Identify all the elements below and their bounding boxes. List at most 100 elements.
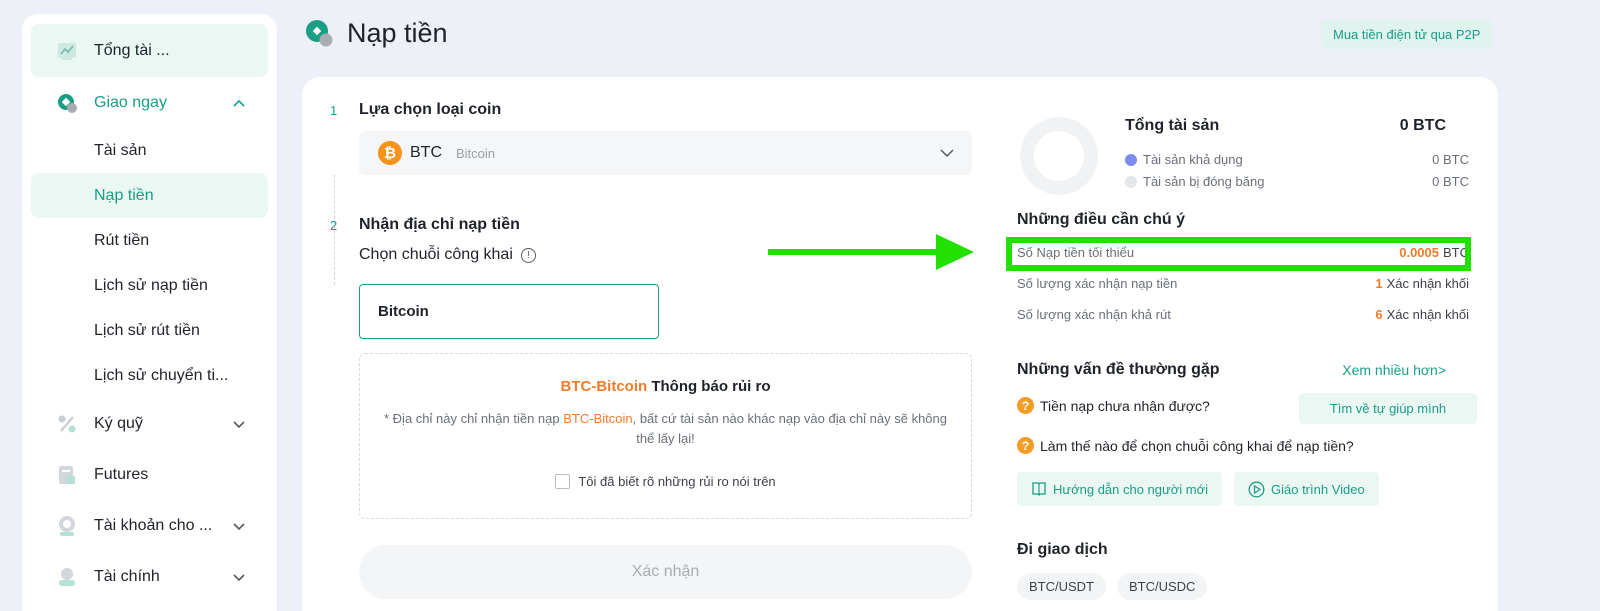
- risk-acknowledge[interactable]: Tôi đã biết rõ những rủi ro nói trên: [360, 474, 971, 489]
- chevron-down-icon: [233, 573, 245, 581]
- finance-icon: [59, 567, 75, 586]
- deposit-confirmations-value: 1 Xác nhận khối: [1375, 276, 1469, 291]
- sidebar-item-label: Futures: [94, 465, 149, 483]
- chevron-up-icon: [233, 99, 245, 107]
- beginner-guide-button[interactable]: Hướng dẫn cho người mới: [1017, 472, 1222, 506]
- sidebar-item-futures[interactable]: Futures: [31, 449, 268, 500]
- bitcoin-logo-icon: ₿: [378, 141, 402, 165]
- sidebar-item-overview[interactable]: Tổng tài ...: [31, 24, 268, 77]
- sidebar-item-label: Ký quỹ: [94, 414, 143, 432]
- risk-desc-suffix: , bất cứ tài sản nào khác nạp vào địa ch…: [632, 411, 947, 446]
- sidebar-subitem-withdraw[interactable]: Rút tiền: [31, 218, 268, 263]
- step-title: Lựa chọn loại coin: [359, 101, 502, 118]
- beginner-guide-label: Hướng dẫn cho người mới: [1053, 481, 1208, 497]
- faq-title: Những vấn đề thường gặp: [1017, 361, 1220, 378]
- faq-question: Tiền nạp chưa nhận được?: [1040, 397, 1210, 414]
- sidebar-item-label: Tài khoản cho ...: [94, 516, 213, 534]
- coin-name: Bitcoin: [456, 145, 496, 161]
- p2p-button[interactable]: Mua tiền điện tử qua P2P: [1321, 20, 1493, 49]
- chevron-down-icon: [940, 149, 954, 158]
- withdraw-confirmations-row: Số lượng xác nhận khả rút 6 Xác nhận khối: [1017, 307, 1469, 322]
- risk-desc-prefix: * Địa chỉ này chỉ nhận tiền nạp: [384, 411, 564, 426]
- user-icon: [59, 515, 75, 536]
- confirm-button[interactable]: Xác nhận: [359, 545, 972, 599]
- total-assets-title: Tổng tài sản: [1125, 117, 1220, 134]
- available-dot: [1125, 153, 1137, 166]
- notes-title: Những điều cần chú ý: [1017, 211, 1186, 228]
- chain-option[interactable]: Bitcoin: [359, 284, 659, 339]
- sidebar-item-label: Giao ngay: [94, 93, 167, 111]
- withdraw-confirmations-count: 6: [1375, 307, 1383, 322]
- self-help-button[interactable]: Tìm về tự giúp mình: [1299, 393, 1477, 424]
- chain-label-text: Chọn chuỗi công khai: [359, 246, 513, 263]
- available-label: Tài sản khả dụng: [1143, 152, 1243, 167]
- withdraw-confirmations-value: 6 Xác nhận khối: [1375, 307, 1469, 322]
- deposit-confirmations-label: Số lượng xác nhận nạp tiền: [1017, 276, 1178, 291]
- coin-symbol: BTC: [410, 144, 442, 161]
- chevron-down-icon: [233, 522, 245, 530]
- sidebar-item-sub-account[interactable]: Tài khoản cho ...: [31, 500, 268, 551]
- risk-description: * Địa chỉ này chỉ nhận tiền nạp BTC-Bitc…: [381, 409, 951, 449]
- deposit-confirmations-row: Số lượng xác nhận nạp tiền 1 Xác nhận khố…: [1017, 276, 1469, 291]
- question-icon: ?: [1017, 397, 1034, 414]
- step-number: 2: [330, 218, 338, 233]
- step-number: 1: [330, 103, 338, 118]
- sidebar-item-margin[interactable]: Ký quỹ: [31, 398, 268, 449]
- sidebar-item-spot[interactable]: Giao ngay: [31, 77, 268, 128]
- document-icon: [59, 465, 75, 484]
- available-assets-row: Tài sản khả dụng 0 BTC: [1125, 152, 1469, 167]
- deposit-icon: [306, 19, 333, 46]
- sidebar-subitem-deposit[interactable]: Nạp tiền: [31, 173, 268, 218]
- sidebar: Tổng tài ... Giao ngay Tài sản Nạp tiền …: [22, 14, 277, 611]
- risk-notice: BTC-Bitcoin Thông báo rủi ro * Địa chỉ n…: [359, 353, 972, 519]
- page-title: Nạp tiền: [347, 18, 448, 48]
- page-header: Nạp tiền: [305, 18, 448, 49]
- frozen-dot: [1125, 175, 1137, 188]
- video-tutorial-button[interactable]: Giáo trình Video: [1234, 472, 1379, 506]
- asset-donut-chart: [1020, 117, 1098, 195]
- spot-icon: [58, 93, 77, 113]
- sidebar-subitem-withdraw-history[interactable]: Lịch sử rút tiền: [31, 308, 268, 353]
- faq-question: Làm thế nào để chọn chuỗi công khai để n…: [1040, 437, 1354, 454]
- risk-checkbox-label: Tôi đã biết rõ những rủi ro nói trên: [578, 474, 776, 489]
- faq-item-choose-chain[interactable]: ? Làm thế nào để chọn chuỗi công khai để…: [1017, 437, 1354, 454]
- chevron-down-icon: [233, 420, 245, 428]
- sidebar-item-label: Tài chính: [94, 567, 160, 585]
- book-icon: [1032, 482, 1046, 496]
- frozen-assets-row: Tài sản bị đóng băng 0 BTC: [1125, 174, 1469, 189]
- total-assets-value: 0 BTC: [1399, 117, 1446, 134]
- info-icon[interactable]: !: [520, 247, 536, 263]
- sidebar-item-finance[interactable]: Tài chính: [31, 551, 268, 602]
- risk-coin: BTC-Bitcoin: [560, 378, 648, 395]
- video-tutorial-label: Giáo trình Video: [1271, 481, 1365, 497]
- risk-title: BTC-Bitcoin Thông báo rủi ro: [360, 378, 971, 395]
- sidebar-subitem-assets[interactable]: Tài sản: [31, 128, 268, 173]
- frozen-value: 0 BTC: [1432, 174, 1469, 189]
- deposit-confirmations-count: 1: [1375, 276, 1383, 291]
- step-title: Nhận địa chỉ nạp tiền: [359, 216, 520, 233]
- risk-checkbox[interactable]: [555, 474, 571, 489]
- arrow-right-icon: [768, 234, 974, 270]
- withdraw-confirmations-unit: Xác nhận khối: [1386, 307, 1469, 322]
- chain-label: Chọn chuỗi công khai !: [359, 246, 536, 264]
- frozen-label: Tài sản bị đóng băng: [1143, 174, 1265, 189]
- available-value: 0 BTC: [1432, 152, 1469, 167]
- see-more-link[interactable]: Xem nhiều hơn>: [1342, 362, 1446, 378]
- sidebar-subitem-transfer-history[interactable]: Lịch sử chuyển ti...: [31, 353, 268, 398]
- question-icon: ?: [1017, 437, 1034, 454]
- pair-tag-btc-usdc[interactable]: BTC/USDC: [1117, 573, 1208, 600]
- trade-title: Đi giao dịch: [1017, 541, 1108, 558]
- pair-tag-btc-usdt[interactable]: BTC/USDT: [1017, 573, 1106, 600]
- faq-item-not-received[interactable]: ? Tiền nạp chưa nhận được?: [1017, 397, 1210, 414]
- withdraw-confirmations-label: Số lượng xác nhận khả rút: [1017, 307, 1171, 322]
- chart-icon: [58, 42, 76, 60]
- sidebar-subitem-deposit-history[interactable]: Lịch sử nạp tiền: [31, 263, 268, 308]
- percent-icon: [58, 415, 76, 432]
- highlight-box: [1006, 237, 1471, 271]
- deposit-card: 1 Lựa chọn loại coin ₿ BTC Bitcoin 2 Nhậ…: [302, 77, 1498, 611]
- deposit-confirmations-unit: Xác nhận khối: [1386, 276, 1469, 291]
- sidebar-item-label: Tổng tài ...: [94, 41, 170, 59]
- coin-select[interactable]: ₿ BTC Bitcoin: [359, 131, 972, 175]
- play-icon: [1248, 481, 1265, 497]
- risk-title-text: Thông báo rủi ro: [651, 378, 771, 395]
